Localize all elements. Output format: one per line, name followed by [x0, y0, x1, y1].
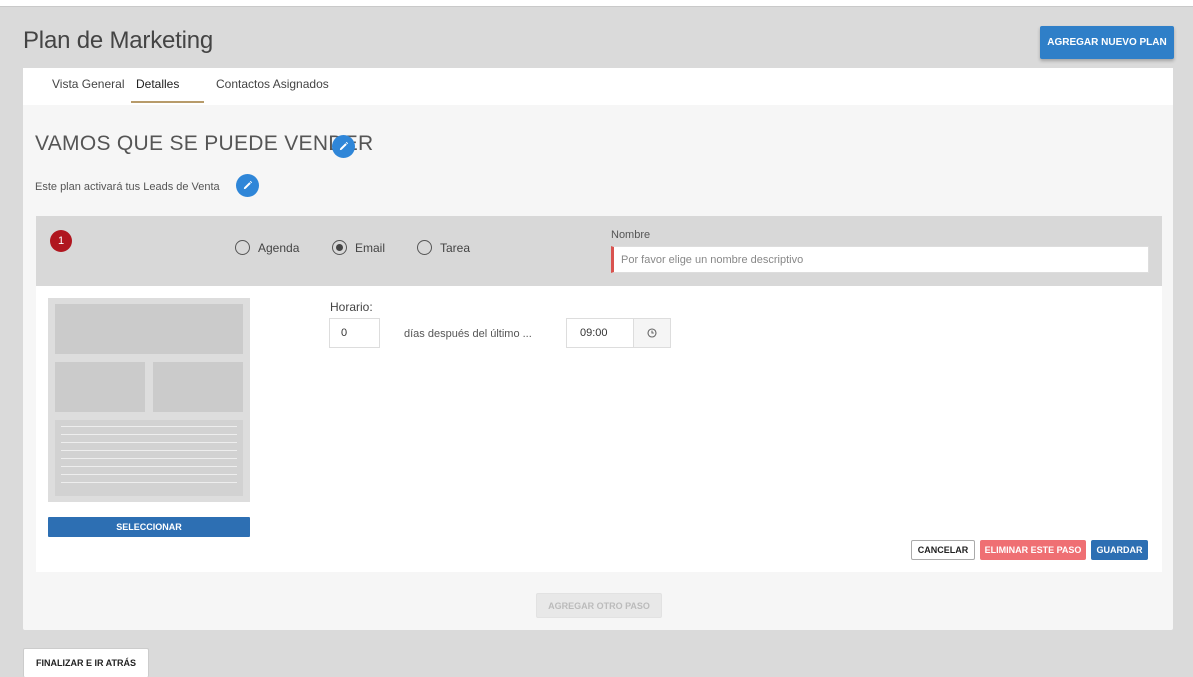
- plan-card: Vista General Detalles Contactos Asignad…: [23, 68, 1173, 630]
- radio-label: Tarea: [440, 240, 471, 255]
- template-left-block: [55, 362, 145, 412]
- template-text-line: [61, 474, 237, 475]
- time-input[interactable]: [566, 318, 633, 348]
- tab-details[interactable]: Detalles: [136, 77, 179, 91]
- tab-assigned-contacts[interactable]: Contactos Asignados: [216, 77, 329, 91]
- add-another-step-button[interactable]: AGREGAR OTRO PASO: [536, 593, 662, 618]
- cancel-button[interactable]: CANCELAR: [911, 540, 975, 560]
- step-header: 1 Agenda Email Tarea Nombre: [36, 216, 1162, 286]
- radio-circle-selected: [332, 240, 347, 255]
- finish-and-go-back-button[interactable]: FINALIZAR E IR ATRÁS: [23, 648, 149, 677]
- edit-plan-name-icon[interactable]: [332, 135, 355, 158]
- save-button[interactable]: GUARDAR: [1091, 540, 1148, 560]
- days-after-dropdown[interactable]: días después del último ...: [404, 328, 532, 340]
- tab-overview[interactable]: Vista General: [52, 77, 125, 91]
- page-title: Plan de Marketing: [23, 27, 214, 54]
- template-right-block: [153, 362, 243, 412]
- step-name-input[interactable]: [611, 246, 1149, 273]
- template-text-block: [55, 420, 243, 496]
- radio-label: Email: [355, 240, 386, 255]
- days-input[interactable]: [329, 318, 380, 348]
- edit-plan-description-icon[interactable]: [236, 174, 259, 197]
- template-text-line: [61, 442, 237, 443]
- step-body: SELECCIONAR Horario: días después del úl…: [36, 286, 1162, 572]
- add-new-plan-button[interactable]: AGREGAR NUEVO PLAN: [1040, 26, 1174, 59]
- clock-icon[interactable]: [633, 318, 671, 348]
- template-text-line: [61, 434, 237, 435]
- tab-bar: Vista General Detalles Contactos Asignad…: [23, 68, 1173, 105]
- pencil-icon: [339, 141, 349, 151]
- email-template-preview[interactable]: [48, 298, 250, 502]
- pencil-icon: [243, 180, 253, 190]
- radio-circle: [235, 240, 250, 255]
- step-name-label: Nombre: [611, 229, 651, 241]
- template-header-block: [55, 304, 243, 354]
- step-type-agenda-radio[interactable]: Agenda: [235, 240, 299, 255]
- template-text-line: [61, 450, 237, 451]
- step-type-task-radio[interactable]: Tarea: [417, 240, 470, 255]
- step-type-email-radio[interactable]: Email: [332, 240, 385, 255]
- schedule-label: Horario:: [330, 300, 373, 314]
- plan-description: Este plan activará tus Leads de Venta: [35, 181, 220, 193]
- delete-step-button[interactable]: ELIMINAR ESTE PASO: [980, 540, 1086, 560]
- active-tab-indicator: [131, 101, 204, 103]
- radio-label: Agenda: [258, 240, 300, 255]
- template-text-line: [61, 458, 237, 459]
- plan-name: VAMOS QUE SE PUEDE VENDER: [35, 132, 374, 155]
- select-template-button[interactable]: SELECCIONAR: [48, 517, 250, 537]
- radio-circle: [417, 240, 432, 255]
- top-bar: [0, 0, 1193, 7]
- step-number-badge: 1: [50, 230, 72, 252]
- clock-glyph: [647, 328, 657, 338]
- template-text-line: [61, 426, 237, 427]
- radio-dot: [336, 244, 343, 251]
- template-text-line: [61, 466, 237, 467]
- template-text-line: [61, 482, 237, 483]
